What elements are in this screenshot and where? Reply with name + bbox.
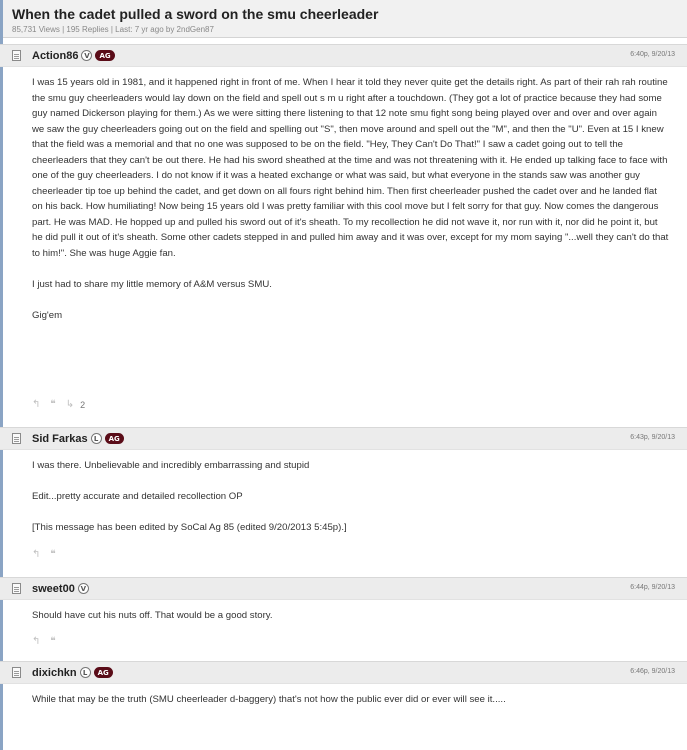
post-username[interactable]: sweet00	[32, 583, 75, 595]
post-paragraph: Should have cut his nuts off. That would…	[32, 610, 273, 621]
post-timestamp[interactable]: 6:40p, 9/20/13	[630, 51, 675, 58]
post-paragraph: I was 15 years old in 1981, and it happe…	[32, 77, 669, 259]
quote-icon[interactable]: ❝	[50, 549, 55, 560]
post: sweet00 V 6:44p, 9/20/13 Should have cut…	[0, 577, 687, 624]
post-paragraph: I was there. Unbelievable and incredibly…	[32, 460, 310, 471]
post-header: dixichkn L AG 6:46p, 9/20/13	[0, 662, 687, 684]
post-timestamp[interactable]: 6:44p, 9/20/13	[630, 584, 675, 591]
user-badge-ag: AG	[104, 433, 124, 444]
user-badge-ag: AG	[95, 50, 115, 61]
reply-icon[interactable]: ↰	[32, 549, 40, 560]
reply-icon[interactable]: ↰	[32, 399, 40, 410]
post-paragraph: Gig'em	[32, 309, 63, 321]
thread-header: When the cadet pulled a sword on the smu…	[0, 0, 687, 38]
post-actions: ↰ ❝	[32, 636, 66, 647]
post-timestamp[interactable]: 6:43p, 9/20/13	[630, 434, 675, 441]
quote-icon[interactable]: ❝	[50, 399, 55, 410]
user-badge-ag: AG	[93, 667, 113, 678]
post: Sid Farkas L AG 6:43p, 9/20/13 I was the…	[0, 427, 687, 536]
post-username[interactable]: Sid Farkas	[32, 433, 88, 445]
post-paragraph: [This message has been edited by SoCal A…	[32, 522, 347, 533]
post: dixichkn L AG 6:46p, 9/20/13 While that …	[0, 661, 687, 708]
post-actions: ↰ ❝ ↳ 2	[32, 399, 85, 410]
post-paragraph: While that may be the truth (SMU cheerle…	[32, 694, 506, 705]
post-header: sweet00 V 6:44p, 9/20/13	[0, 578, 687, 600]
user-badge-letter: L	[90, 433, 102, 444]
post-body: While that may be the truth (SMU cheerle…	[0, 684, 687, 708]
quote-icon[interactable]: ❝	[50, 636, 55, 647]
post-header: Sid Farkas L AG 6:43p, 9/20/13	[0, 428, 687, 450]
post-body: I was there. Unbelievable and incredibly…	[0, 450, 687, 536]
user-badge-letter: V	[77, 583, 89, 594]
thread-meta: 85,731 Views | 195 Replies | Last: 7 yr …	[12, 25, 214, 34]
post-timestamp[interactable]: 6:46p, 9/20/13	[630, 668, 675, 675]
thread-title: When the cadet pulled a sword on the smu…	[12, 6, 379, 22]
post-actions: ↰ ❝	[32, 549, 66, 560]
document-icon	[12, 50, 21, 61]
like-icon[interactable]: ↳	[66, 399, 74, 410]
post-paragraph: I just had to share my little memory of …	[32, 278, 272, 290]
user-badge-letter: V	[81, 50, 93, 61]
reply-icon[interactable]: ↰	[32, 636, 40, 647]
post-body: Should have cut his nuts off. That would…	[0, 600, 687, 624]
document-icon	[12, 433, 21, 444]
post-username[interactable]: dixichkn	[32, 667, 77, 679]
post-paragraph: Edit...pretty accurate and detailed reco…	[32, 491, 243, 502]
document-icon	[12, 667, 21, 678]
post-body: I was 15 years old in 1981, and it happe…	[0, 67, 687, 323]
user-badge-letter: L	[79, 667, 91, 678]
document-icon	[12, 583, 21, 594]
like-count: 2	[80, 399, 86, 410]
post-header: Action86 V AG 6:40p, 9/20/13	[0, 45, 687, 67]
post-username[interactable]: Action86	[32, 50, 78, 62]
post: Action86 V AG 6:40p, 9/20/13 I was 15 ye…	[0, 44, 687, 323]
